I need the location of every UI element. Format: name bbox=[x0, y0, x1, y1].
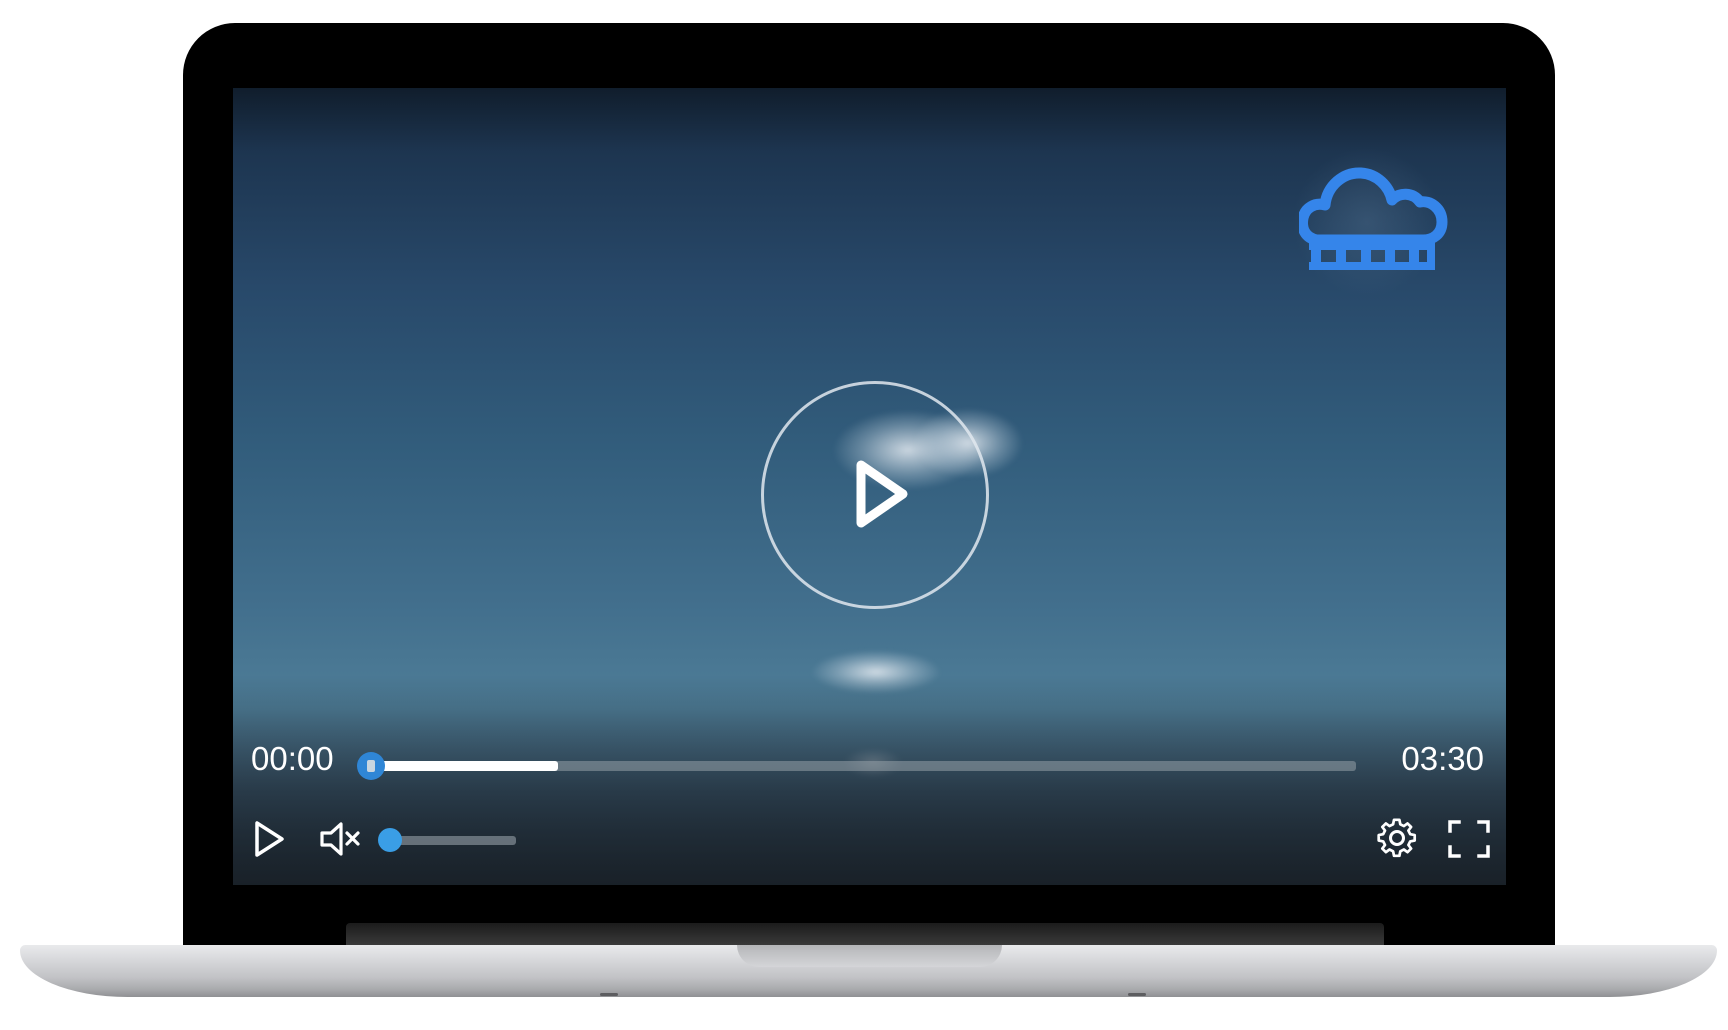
controls-overlay bbox=[233, 675, 1506, 885]
gear-icon[interactable] bbox=[1376, 818, 1418, 860]
volume-slider[interactable] bbox=[378, 828, 516, 852]
seek-buffered bbox=[371, 761, 559, 771]
cloud-rain-logo-icon bbox=[1299, 167, 1448, 270]
seek-knob[interactable] bbox=[357, 752, 385, 780]
laptop-foot bbox=[1128, 993, 1146, 996]
volume-knob[interactable] bbox=[378, 828, 402, 852]
big-play-button[interactable] bbox=[761, 381, 989, 609]
video-player[interactable]: 00:00 03:30 bbox=[233, 88, 1506, 885]
current-time: 00:00 bbox=[251, 740, 334, 777]
play-icon[interactable] bbox=[251, 819, 287, 859]
play-circle-icon bbox=[856, 460, 908, 528]
fullscreen-icon[interactable] bbox=[1447, 819, 1491, 859]
volume-track bbox=[382, 836, 516, 845]
laptop-foot bbox=[600, 993, 618, 996]
volume-muted-icon[interactable] bbox=[319, 819, 363, 859]
laptop-hinge bbox=[346, 923, 1384, 945]
laptop-opening-notch bbox=[737, 945, 1002, 967]
seek-bar[interactable] bbox=[357, 752, 1356, 780]
total-time: 03:30 bbox=[1401, 740, 1484, 777]
